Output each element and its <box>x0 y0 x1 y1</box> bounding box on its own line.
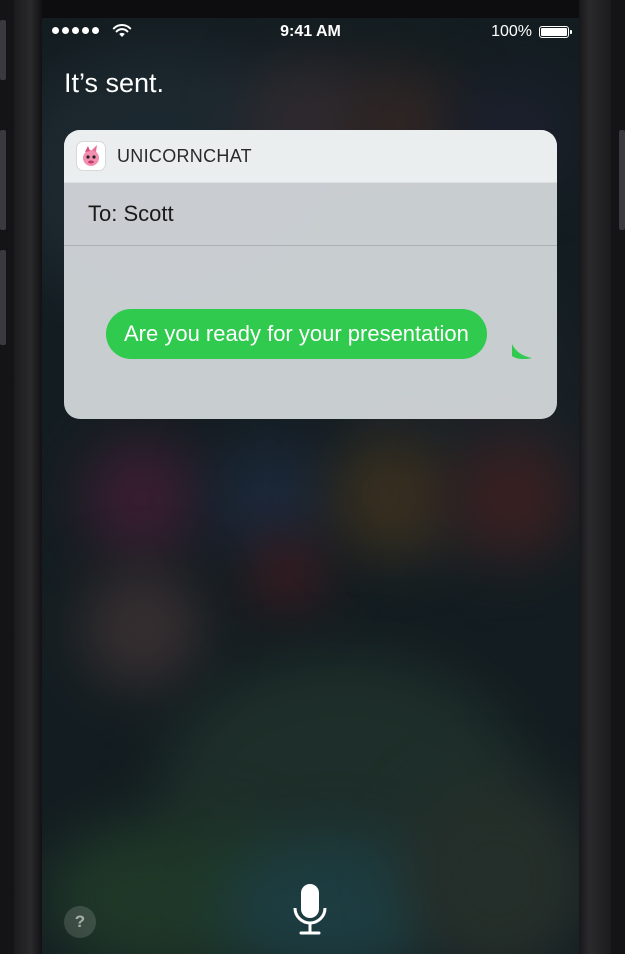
battery-icon <box>539 26 572 38</box>
microphone-icon[interactable] <box>292 884 328 940</box>
volume-down-button <box>0 250 6 345</box>
unicorn-icon <box>76 141 106 171</box>
device-bezel-top <box>42 0 579 18</box>
volume-up-button <box>0 130 6 230</box>
message-snippet-card[interactable]: UNICORNCHAT To: Scott Are you ready for … <box>64 130 557 419</box>
recipient-row: To: Scott <box>64 183 557 246</box>
device-bezel-left <box>14 0 42 954</box>
bubble-tail <box>512 344 532 360</box>
message-bubble: Are you ready for your presentation <box>106 309 487 359</box>
help-button[interactable]: ? <box>64 906 96 938</box>
recipient-label: To: Scott <box>88 201 174 226</box>
phone-device: 9:41 AM 100% It’s sent. UNICORNCHAT To: … <box>0 0 625 954</box>
device-bezel-right <box>575 0 611 954</box>
power-button <box>619 130 625 230</box>
status-bar: 9:41 AM 100% <box>42 18 579 48</box>
battery-percent: 100% <box>491 23 532 40</box>
app-name-label: UNICORNCHAT <box>117 145 252 166</box>
siri-screen: 9:41 AM 100% It’s sent. UNICORNCHAT To: … <box>42 18 579 954</box>
siri-response-text: It’s sent. <box>64 68 165 98</box>
mute-switch <box>0 20 6 80</box>
card-header: UNICORNCHAT <box>64 130 557 183</box>
